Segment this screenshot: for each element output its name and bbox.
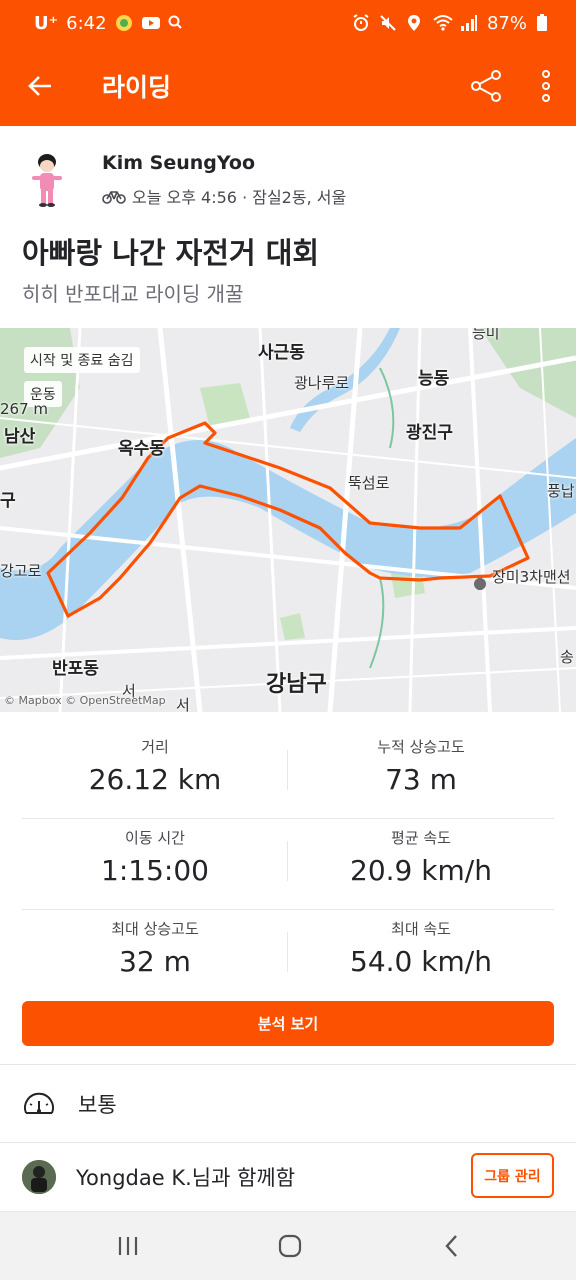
alarm-icon: [352, 14, 370, 32]
stats-row: 거리 26.12 km 누적 상승고도 73 m: [22, 728, 554, 819]
stat-max-elevation: 최대 상승고도 32 m: [22, 910, 288, 978]
map-label-gogoro: 강고로: [0, 562, 42, 580]
stat-moving-time: 이동 시간 1:15:00: [22, 819, 288, 887]
stat-label: 평균 속도: [391, 829, 451, 847]
clock: 6:42: [66, 12, 107, 34]
stat-label: 최대 속도: [391, 920, 451, 938]
athlete-header: Kim SeungYoo 오늘 오후 4:56 · 잠실2동, 서울: [0, 140, 576, 220]
bicycle-icon: [102, 191, 126, 204]
elevation-label: 267 m: [0, 400, 49, 418]
map-label-gu: 구: [0, 491, 16, 511]
athlete-name[interactable]: Kim SeungYoo: [102, 152, 255, 174]
map-label-gwangjin: 광진구: [406, 423, 453, 443]
stat-value: 54.0 km/h: [350, 945, 492, 978]
map-label-ttukseom: 뚝섬로: [348, 474, 390, 492]
more-options-button[interactable]: [528, 66, 564, 106]
stat-label: 누적 상승고도: [377, 738, 465, 756]
stat-value: 73 m: [385, 763, 457, 796]
map-label-namsan: 남산: [4, 427, 36, 447]
avatar[interactable]: [22, 152, 72, 208]
group-activity-row[interactable]: Yongdae K.님과 함께함 그룹 관리: [0, 1143, 576, 1211]
stat-label: 이동 시간: [125, 829, 185, 847]
stat-label: 최대 상승고도: [111, 920, 199, 938]
map-label-top: 능미: [472, 328, 500, 342]
back-button[interactable]: [20, 66, 60, 106]
chevron-left-icon: [445, 1235, 457, 1257]
activity-meta: 오늘 오후 4:56 · 잠실2동, 서울: [102, 184, 346, 208]
app-notification-icon: [115, 14, 133, 32]
gauge-icon: [24, 1092, 54, 1114]
stat-value: 20.9 km/h: [350, 854, 492, 887]
stat-avg-speed: 평균 속도 20.9 km/h: [288, 819, 554, 887]
battery-icon: [536, 14, 554, 32]
system-back-button[interactable]: [432, 1230, 472, 1262]
map-label-sageun: 사근동: [258, 343, 305, 363]
search-icon: [167, 14, 185, 32]
stat-value: 1:15:00: [101, 854, 209, 887]
battery-percent: 87%: [486, 12, 527, 34]
arrow-left-icon: [28, 76, 51, 96]
page-title: 라이딩: [102, 73, 172, 102]
more-vert-icon: [542, 70, 550, 102]
map-label-neung: 능동: [418, 369, 450, 389]
status-bar: U⁺ 6:42 87%: [0, 0, 576, 46]
stat-max-speed: 최대 속도 54.0 km/h: [288, 910, 554, 978]
recent-apps-button[interactable]: [108, 1230, 148, 1262]
stat-label: 거리: [141, 738, 169, 756]
stat-elevation-gain: 누적 상승고도 73 m: [288, 728, 554, 796]
map-label-pungnap: 풍납: [547, 482, 575, 500]
youtube-icon: [141, 14, 160, 32]
stats-grid: 거리 26.12 km 누적 상승고도 73 m 이동 시간 1:15:00 평…: [22, 728, 554, 1001]
map-label-song: 송: [560, 648, 574, 666]
map-label-seo2: 서: [176, 696, 190, 712]
route-map[interactable]: 시작 및 종료 숨김 운동 267 m 남산 사근동 능미 능동 광나루로 광진…: [0, 328, 576, 712]
carrier-label: U⁺: [34, 12, 59, 34]
effort-label: 보통: [78, 1092, 117, 1117]
home-button[interactable]: [270, 1230, 310, 1262]
map-label-gwangnaru: 광나루로: [294, 374, 350, 392]
mute-icon: [379, 14, 397, 32]
view-analysis-button[interactable]: 분석 보기: [22, 1001, 554, 1046]
signal-icon: [460, 14, 478, 32]
activity-description: 히히 반포대교 라이딩 개꿀: [22, 282, 244, 306]
map-label-banpo: 반포동: [52, 659, 99, 679]
manage-group-button[interactable]: 그룹 관리: [471, 1153, 554, 1198]
toggle-start-end-button[interactable]: 시작 및 종료 숨김: [24, 347, 140, 373]
map-label-gangnam: 강남구: [266, 672, 327, 697]
share-button[interactable]: [466, 66, 506, 106]
activity-title: 아빠랑 나간 자전거 대회: [22, 236, 320, 270]
map-label-oksu: 옥수동: [118, 439, 165, 459]
group-text: Yongdae K.님과 함께함: [76, 1166, 296, 1190]
stats-row: 최대 상승고도 32 m 최대 속도 54.0 km/h: [22, 910, 554, 1001]
wifi-icon: [433, 14, 453, 32]
map-label-jangmi: 장미3차맨션: [492, 568, 571, 586]
stat-distance: 거리 26.12 km: [22, 728, 288, 796]
location-icon: [406, 14, 424, 32]
home-icon: [278, 1234, 302, 1258]
map-attribution[interactable]: © Mapbox © OpenStreetMap: [4, 694, 166, 707]
stat-value: 32 m: [119, 945, 191, 978]
app-bar: 라이딩: [0, 46, 576, 126]
recents-icon: [118, 1237, 138, 1255]
avatar[interactable]: [22, 1160, 56, 1194]
activity-date-location: 오늘 오후 4:56 · 잠실2동, 서울: [132, 188, 347, 207]
stats-row: 이동 시간 1:15:00 평균 속도 20.9 km/h: [22, 819, 554, 910]
stat-value: 26.12 km: [88, 763, 222, 796]
share-icon: [471, 70, 501, 102]
perceived-effort-row[interactable]: 보통: [0, 1065, 576, 1142]
system-nav-bar: [0, 1212, 576, 1280]
